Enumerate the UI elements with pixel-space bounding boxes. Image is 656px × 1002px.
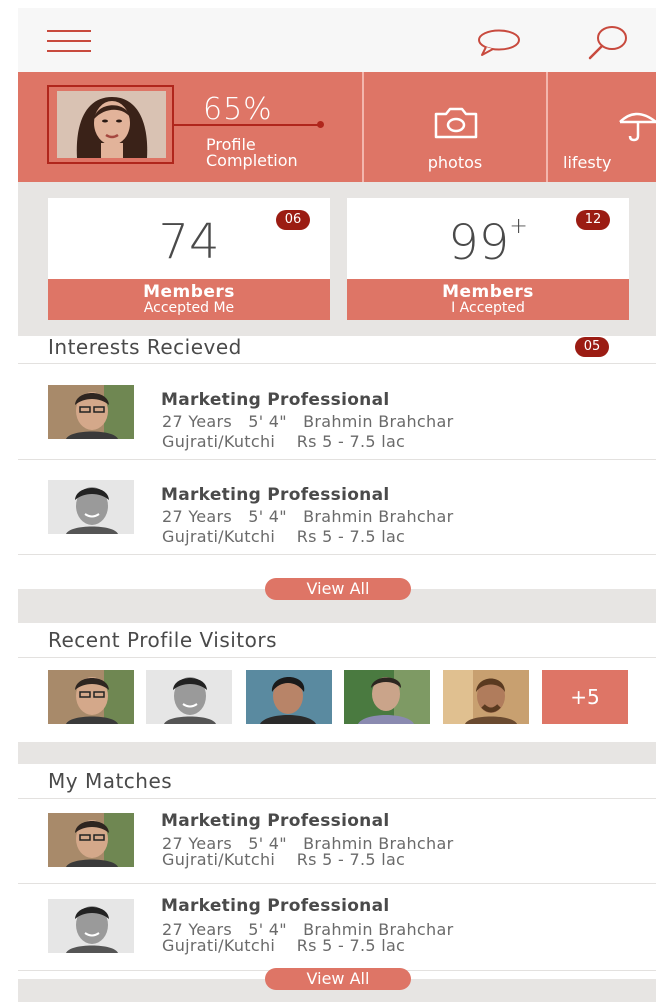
list-item[interactable]: Marketing Professional 27 Years 5' 4" Br…	[18, 460, 656, 554]
member-details-line2: Gujrati/Kutchi Rs 5 - 7.5 lac	[162, 850, 406, 869]
divider	[18, 554, 656, 555]
member-photo	[48, 899, 134, 953]
member-details-line1: 27 Years 5' 4" Brahmin Brahchar	[162, 412, 454, 431]
accepted-me-card[interactable]: 74 06 Members Accepted Me	[48, 198, 330, 320]
stats-area: 74 06 Members Accepted Me 99+ 12 Members…	[18, 182, 656, 336]
list-item[interactable]: Marketing Professional 27 Years 5' 4" Br…	[18, 364, 656, 459]
member-details-line2: Gujrati/Kutchi Rs 5 - 7.5 lac	[162, 432, 406, 451]
search-icon[interactable]	[586, 24, 630, 64]
i-accepted-title: Members	[442, 282, 534, 302]
accepted-me-title: Members	[143, 282, 235, 302]
hamburger-menu-icon[interactable]	[47, 30, 91, 54]
member-title: Marketing Professional	[161, 390, 390, 410]
photos-tab[interactable]: photos	[364, 72, 546, 182]
accepted-me-badge: 06	[276, 210, 310, 230]
top-bar	[18, 8, 656, 72]
lifestyle-label: lifesty	[563, 153, 612, 172]
interests-view-all-button[interactable]: View All	[265, 578, 411, 600]
visitors-section-title: Recent Profile Visitors	[48, 628, 278, 652]
matches-view-all-button[interactable]: View All	[265, 968, 411, 990]
interests-section-title: Interests Recieved	[48, 335, 242, 359]
member-photo	[48, 480, 134, 534]
member-title: Marketing Professional	[161, 811, 390, 831]
i-accepted-count: 99	[448, 215, 510, 271]
photos-label: photos	[427, 153, 483, 172]
member-title: Marketing Professional	[161, 485, 390, 505]
member-details-line2: Gujrati/Kutchi Rs 5 - 7.5 lac	[162, 527, 406, 546]
member-photo	[48, 385, 134, 439]
profile-completion-label-line2: Completion	[206, 151, 298, 170]
list-item[interactable]: Marketing Professional 27 Years 5' 4" Br…	[18, 884, 656, 970]
umbrella-icon	[619, 112, 656, 142]
more-visitors-button[interactable]: +5	[542, 670, 628, 724]
profile-completion-label: Profile Completion	[206, 137, 298, 169]
profile-summary-band: 65% Profile Completion photos lifesty	[18, 72, 656, 182]
i-accepted-subtitle: I Accepted	[451, 300, 525, 316]
completion-connector-dot	[317, 121, 324, 128]
divider	[18, 657, 656, 658]
list-item[interactable]: Marketing Professional 27 Years 5' 4" Br…	[18, 799, 656, 883]
i-accepted-footer: Members I Accepted	[347, 279, 629, 320]
member-details-line2: Gujrati/Kutchi Rs 5 - 7.5 lac	[162, 936, 406, 955]
profile-avatar-frame[interactable]	[47, 85, 174, 164]
member-title: Marketing Professional	[161, 896, 390, 916]
member-details-line1: 27 Years 5' 4" Brahmin Brahchar	[162, 507, 454, 526]
visitor-avatar[interactable]	[344, 670, 430, 724]
member-photo	[48, 813, 134, 867]
i-accepted-badge: 12	[576, 210, 610, 230]
visitor-avatar[interactable]	[48, 670, 134, 724]
profile-completion-percent: 65%	[203, 92, 273, 127]
visitor-avatar[interactable]	[146, 670, 232, 724]
accepted-me-subtitle: Accepted Me	[143, 300, 235, 316]
lifestyle-tab[interactable]: lifesty	[548, 72, 656, 182]
matches-section-title: My Matches	[48, 769, 173, 793]
camera-icon	[434, 107, 478, 139]
profile-avatar	[57, 91, 166, 158]
i-accepted-card[interactable]: 99+ 12 Members I Accepted	[347, 198, 629, 320]
visitor-avatar[interactable]	[246, 670, 332, 724]
app-screen: 65% Profile Completion photos lifesty 74	[18, 8, 656, 1002]
chat-bubble-icon[interactable]	[476, 28, 522, 58]
section-spacer	[18, 742, 656, 764]
i-accepted-plus: +	[509, 214, 528, 239]
visitor-avatar[interactable]	[443, 670, 529, 724]
accepted-me-footer: Members Accepted Me	[48, 279, 330, 320]
interests-count-badge: 05	[575, 337, 609, 357]
